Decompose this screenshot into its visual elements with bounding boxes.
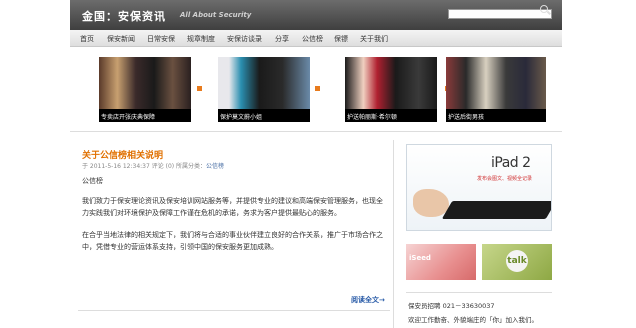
nav-item-ranking[interactable]: 公信榜 (302, 34, 323, 44)
nav-item-rules[interactable]: 规章制度 (187, 34, 215, 44)
photo-slider: 专卖店开张庆典保障 保护莫文蔚小姐 护送帕丽斯·希尔顿 护送后街男孩 (70, 47, 562, 132)
slide-caption: 护送帕丽斯·希尔顿 (345, 109, 437, 122)
main-nav: 首页 保安新闻 日常安保 规章制度 安保访谈录 分享 公信榜 保镖 关于我们 (70, 30, 562, 47)
article-paragraph: 我们致力于保安理论资讯及保安培训网站服务等，并提供专业的建议和高端保安管理服务，… (82, 197, 383, 217)
slide-item[interactable]: 护送帕丽斯·希尔顿 (345, 57, 437, 122)
slide-photo (446, 57, 546, 109)
site-header: 金国：安保资讯 All About Security (70, 0, 562, 30)
slide-item[interactable]: 专卖店开张庆典保障 (99, 57, 191, 122)
slide-item[interactable]: 护送后街男孩 (446, 57, 546, 122)
article-meta: 于 2011-5-16 12:34:37 评论 (0) 所属分类：公信榜 (82, 161, 224, 170)
ad-text: talk (506, 250, 528, 272)
article-paragraph: 在合乎当地法律的相关规定下，我们将与合适的事业伙伴建立良好的合作关系，推广于市场… (82, 231, 383, 251)
slide-item[interactable]: 保护莫文蔚小姐 (218, 57, 310, 122)
slide-photo (218, 57, 310, 109)
divider (406, 292, 552, 293)
slide-photo (345, 57, 437, 109)
article-meta-text: 于 2011-5-16 12:34:37 评论 (0) 所属分类： (82, 163, 207, 170)
ad-slogan-text: 发布会图文、视频全记录 (477, 176, 533, 182)
slide-caption: 护送后街男孩 (446, 109, 546, 122)
article-category-link[interactable]: 公信榜 (206, 163, 224, 170)
ipad-ad-banner[interactable]: iPad 2 发布会图文、视频全记录 (406, 144, 552, 231)
slide-caption: 保护莫文蔚小姐 (218, 109, 310, 122)
nav-item-interviews[interactable]: 安保访谈录 (227, 34, 262, 44)
recruit-note: 欢迎工作勤奋、外貌端庄的「你」加入我们。 (408, 316, 538, 324)
divider (78, 310, 390, 311)
slide-caption: 专卖店开张庆典保障 (99, 109, 191, 122)
search-input[interactable] (448, 9, 552, 19)
recruit-contact: 保安员招聘 021－33630037 (408, 302, 495, 310)
site-subtitle: All About Security (180, 11, 252, 19)
nav-item-news[interactable]: 保安新闻 (107, 34, 135, 44)
nav-item-home[interactable]: 首页 (80, 34, 94, 44)
nav-item-about[interactable]: 关于我们 (360, 34, 388, 44)
search-icon[interactable] (540, 5, 548, 13)
slider-arrow-icon[interactable] (315, 86, 320, 91)
slider-arrow-icon[interactable] (197, 86, 202, 91)
site-title[interactable]: 金国：安保资讯 (82, 8, 166, 24)
sidebar: iPad 2 发布会图文、视频全记录 iSeed talk 保安员招聘 021－… (402, 140, 562, 328)
talk-ad-banner[interactable]: talk (482, 244, 552, 280)
nav-item-share[interactable]: 分享 (275, 34, 289, 44)
read-more-link[interactable]: 阅读全文→ (351, 295, 385, 305)
slide-photo (99, 57, 191, 109)
ad-text: iSeed (409, 254, 431, 262)
nav-item-bodyguard[interactable]: 保镖 (334, 34, 348, 44)
tablet-image (441, 201, 551, 219)
article: 关于公信榜相关说明 于 2011-5-16 12:34:37 评论 (0) 所属… (70, 140, 394, 328)
ad-brand-text: iPad 2 (491, 155, 531, 171)
hand-image (413, 189, 449, 217)
article-title[interactable]: 关于公信榜相关说明 (82, 148, 163, 161)
nav-item-daily[interactable]: 日常安保 (147, 34, 175, 44)
iseed-ad-banner[interactable]: iSeed (406, 244, 476, 280)
article-paragraph: 公信榜 (82, 177, 103, 185)
